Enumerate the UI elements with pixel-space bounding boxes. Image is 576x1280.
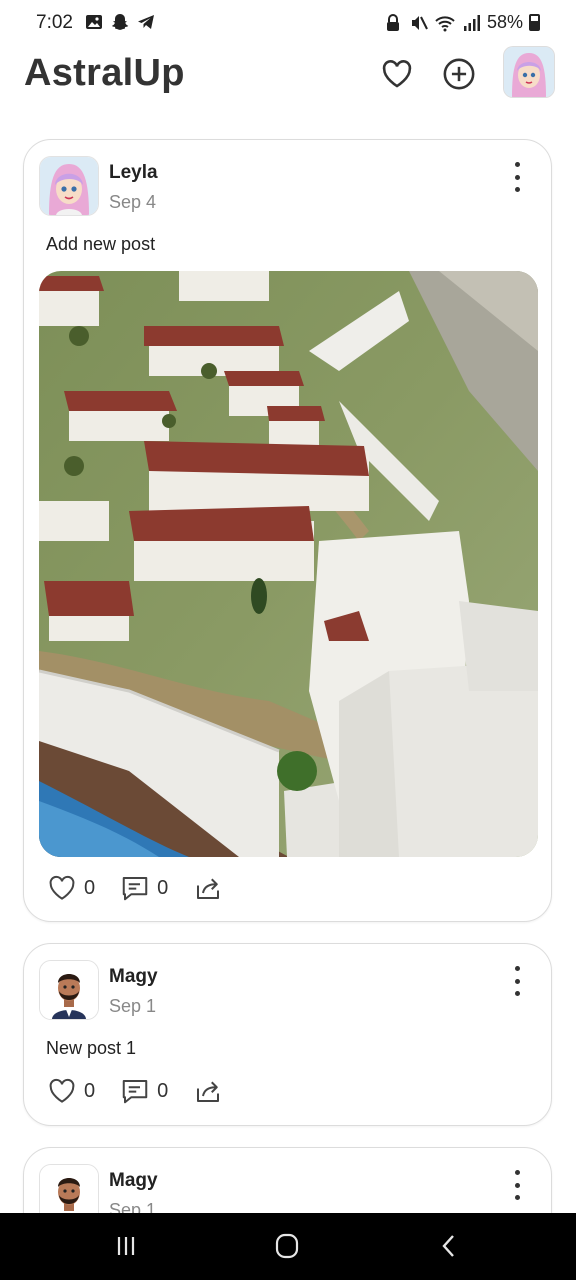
like-button[interactable]: 0 [46, 1076, 95, 1106]
more-options-button[interactable] [505, 1170, 529, 1200]
more-vert-icon [514, 1170, 520, 1175]
post-card: Leyla Sep 4 Add new post 0 0 [23, 139, 552, 922]
post-text: Add new post [46, 234, 156, 254]
signal-icon [461, 13, 481, 33]
favorites-button[interactable] [379, 56, 415, 92]
battery-icon [529, 14, 540, 31]
heart-icon [49, 1078, 75, 1103]
share-icon [197, 1081, 220, 1102]
recent-apps-button[interactable] [108, 1231, 144, 1261]
post-image[interactable] [39, 271, 538, 857]
share-button[interactable] [192, 873, 224, 903]
comment-icon [122, 877, 148, 901]
author-avatar[interactable] [39, 960, 99, 1020]
wifi-icon [435, 13, 455, 33]
gallery-icon [84, 12, 104, 32]
post-actions: 0 0 [46, 873, 248, 903]
add-post-button[interactable] [441, 56, 477, 92]
back-button[interactable] [431, 1231, 467, 1261]
castle-model-image [39, 271, 538, 857]
heart-icon [49, 875, 75, 900]
more-options-button[interactable] [505, 162, 529, 192]
status-bar: 7:02 58% [0, 0, 576, 46]
more-vert-icon [514, 162, 520, 167]
share-button[interactable] [192, 1076, 224, 1106]
author-name: Magy [109, 966, 158, 987]
comment-button[interactable]: 0 [119, 1076, 168, 1106]
author-name: Leyla [109, 162, 158, 183]
lock-icon [383, 13, 403, 33]
app-title: AstralUp [24, 52, 185, 94]
comment-icon [122, 1080, 148, 1104]
comment-button[interactable]: 0 [119, 873, 168, 903]
recent-apps-icon [117, 1237, 135, 1255]
like-button[interactable]: 0 [46, 873, 95, 903]
share-icon [197, 878, 220, 899]
mute-icon [409, 13, 429, 33]
system-status-icons: 58% [383, 12, 540, 33]
avatar-icon [40, 157, 98, 215]
profile-avatar[interactable] [503, 46, 555, 98]
post-date: Sep 4 [109, 192, 157, 212]
telegram-icon [136, 12, 156, 32]
like-count: 0 [84, 1079, 96, 1102]
comment-count: 0 [157, 1079, 169, 1102]
home-icon [275, 1233, 299, 1259]
notification-icons [84, 12, 156, 32]
like-count: 0 [84, 876, 96, 899]
home-button[interactable] [269, 1231, 305, 1261]
post-text: New post 1 [46, 1038, 137, 1058]
heart-icon [382, 60, 412, 88]
app-header: AstralUp [0, 46, 576, 110]
user-avatar-icon [504, 47, 554, 97]
status-time: 7:02 [36, 12, 73, 33]
more-options-button[interactable] [505, 966, 529, 996]
avatar-icon [40, 961, 98, 1019]
back-icon [442, 1235, 454, 1257]
post-card: Magy Sep 1 New post 1 0 0 [23, 943, 552, 1126]
add-circle-icon [443, 58, 475, 90]
system-navigation-bar [0, 1213, 576, 1280]
battery-percent: 58% [486, 12, 523, 32]
comment-count: 0 [157, 876, 169, 899]
snapchat-icon [110, 12, 130, 32]
post-actions: 0 0 [46, 1076, 248, 1106]
author-name: Magy [109, 1170, 158, 1191]
more-vert-icon [514, 966, 520, 971]
author-avatar[interactable] [39, 156, 99, 216]
post-date: Sep 1 [109, 996, 157, 1016]
